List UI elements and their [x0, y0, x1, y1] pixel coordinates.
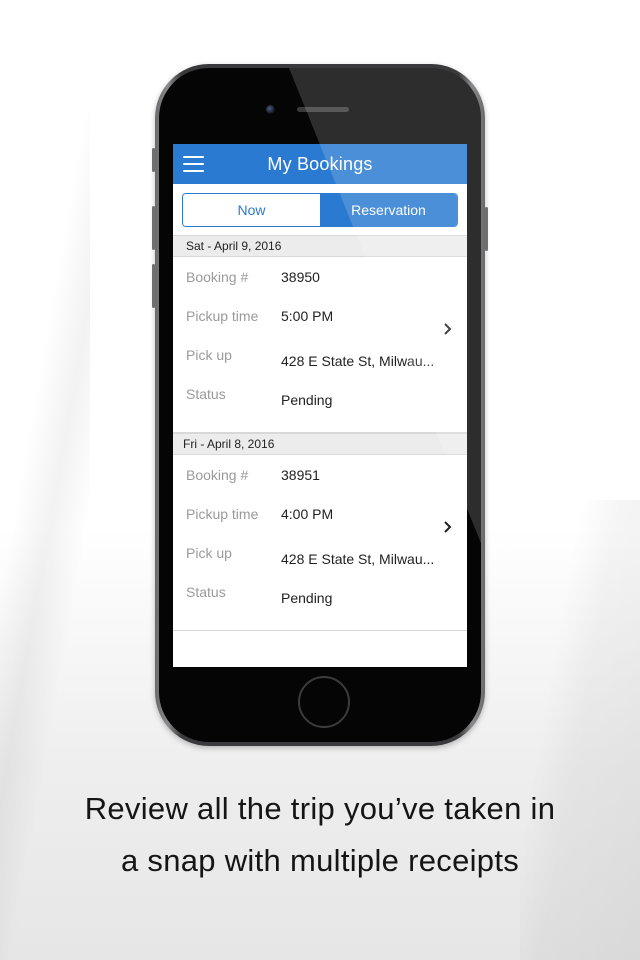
booking-list-item[interactable]: Booking # 38951 Pickup time 4:00 PM Pick…: [173, 455, 467, 631]
date-section-header: Sat - April 9, 2016: [173, 235, 467, 257]
marketing-caption: Review all the trip you’ve taken in a sn…: [0, 783, 640, 887]
booking-list-item[interactable]: Booking # 38950 Pickup time 5:00 PM Pick…: [173, 257, 467, 433]
page-title: My Bookings: [267, 153, 373, 174]
booking-number-label: Booking #: [186, 269, 249, 285]
volume-down-button: [152, 264, 155, 308]
app-screen: My Bookings Now Reservation Sat - April …: [173, 144, 467, 667]
tab-now[interactable]: Now: [183, 194, 320, 226]
status-value: Pending: [281, 392, 333, 408]
status-value: Pending: [281, 590, 333, 606]
navigation-bar: My Bookings: [173, 144, 467, 184]
phone-face: My Bookings Now Reservation Sat - April …: [159, 68, 481, 742]
pickup-address-value: 428 E State St, Milwau...: [281, 353, 435, 369]
booking-number-value: 38951: [281, 467, 320, 483]
date-section-header: Fri - April 8, 2016: [173, 433, 467, 455]
tab-reservation[interactable]: Reservation: [320, 194, 457, 226]
hamburger-menu-icon[interactable]: [183, 156, 204, 172]
pickup-time-value: 4:00 PM: [281, 506, 334, 522]
phone-frame: My Bookings Now Reservation Sat - April …: [152, 64, 488, 746]
pickup-time-label: Pickup time: [186, 506, 259, 522]
pickup-time-value: 5:00 PM: [281, 308, 334, 324]
chevron-right-icon[interactable]: [442, 519, 454, 535]
pickup-address-value: 428 E State St, Milwau...: [281, 551, 435, 567]
front-camera: [266, 105, 275, 114]
booking-number-value: 38950: [281, 269, 320, 285]
status-label: Status: [186, 584, 226, 600]
status-label: Status: [186, 386, 226, 402]
volume-up-button: [152, 206, 155, 250]
mute-switch: [152, 148, 155, 172]
caption-line-1: Review all the trip you’ve taken in: [84, 791, 556, 826]
pickup-address-label: Pick up: [186, 545, 232, 561]
caption-line-2: a snap with multiple receipts: [120, 843, 520, 878]
chevron-right-icon[interactable]: [442, 321, 454, 337]
pickup-address-label: Pick up: [186, 347, 232, 363]
background-streak: [520, 500, 640, 960]
home-button: [298, 676, 350, 728]
booking-number-label: Booking #: [186, 467, 249, 483]
power-button: [485, 207, 488, 251]
earpiece-speaker: [297, 107, 349, 112]
booking-type-segmented-control: Now Reservation: [182, 193, 458, 227]
pickup-time-label: Pickup time: [186, 308, 259, 324]
